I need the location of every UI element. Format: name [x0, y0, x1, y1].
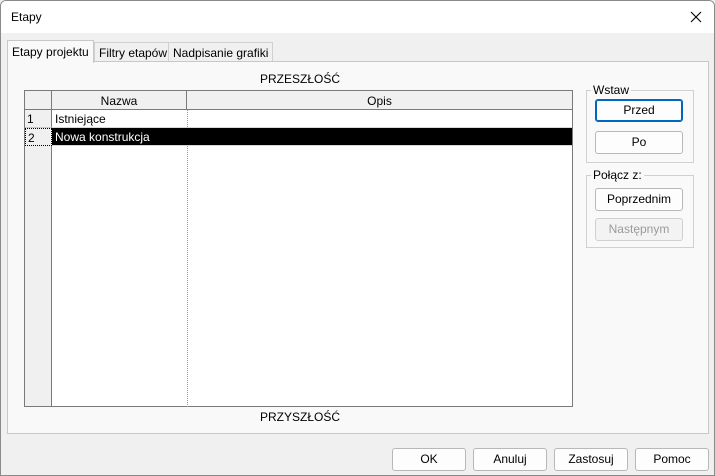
- close-button[interactable]: [680, 1, 712, 33]
- cell-name[interactable]: Nowa konstrukcja: [52, 128, 187, 146]
- help-button[interactable]: Pomoc: [635, 448, 709, 471]
- tab-panel: PRZESZŁOŚĆ Nazwa Opis 1 Istniejące 2 Now…: [7, 61, 709, 434]
- row-number[interactable]: 1: [25, 110, 52, 128]
- column-header-description[interactable]: Opis: [187, 91, 572, 110]
- window-title: Etapy: [11, 10, 42, 24]
- title-bar: Etapy: [1, 1, 714, 33]
- ok-button[interactable]: OK: [392, 448, 466, 471]
- insert-group-label: Wstaw: [591, 83, 631, 97]
- tab-project-phases[interactable]: Etapy projektu: [7, 40, 94, 63]
- insert-group: Wstaw Przed Po: [586, 83, 694, 163]
- merge-group-label: Połącz z:: [591, 168, 644, 182]
- merge-previous-button[interactable]: Poprzednim: [595, 188, 683, 211]
- row-number[interactable]: 2: [25, 128, 52, 146]
- close-icon: [690, 11, 702, 23]
- phases-table[interactable]: Nazwa Opis 1 Istniejące 2 Nowa konstrukc…: [24, 90, 573, 407]
- merge-group: Połącz z: Poprzednim Następnym: [586, 168, 694, 248]
- column-header-name[interactable]: Nazwa: [52, 91, 187, 110]
- table-row-selected[interactable]: 2 Nowa konstrukcja: [25, 128, 572, 146]
- corner-header: [25, 91, 52, 110]
- cell-name[interactable]: Istniejące: [52, 110, 187, 128]
- past-caption: PRZESZŁOŚĆ: [259, 72, 340, 86]
- future-caption: PRZYSZŁOŚĆ: [259, 410, 340, 424]
- cell-description[interactable]: [187, 110, 572, 128]
- insert-before-button[interactable]: Przed: [595, 99, 683, 122]
- apply-button[interactable]: Zastosuj: [554, 448, 628, 471]
- tab-graphic-overrides[interactable]: Nadpisanie grafiki: [168, 42, 274, 62]
- tab-phase-filters[interactable]: Filtry etapów: [94, 42, 173, 62]
- column-divider: [187, 110, 188, 407]
- cancel-button[interactable]: Anuluj: [473, 448, 547, 471]
- table-row[interactable]: 1 Istniejące: [25, 110, 572, 128]
- phases-dialog: Etapy Etapy projektu Filtry etapów Nadpi…: [0, 0, 715, 476]
- merge-next-button: Następnym: [595, 218, 683, 241]
- insert-after-button[interactable]: Po: [595, 131, 683, 154]
- cell-description[interactable]: [187, 128, 572, 146]
